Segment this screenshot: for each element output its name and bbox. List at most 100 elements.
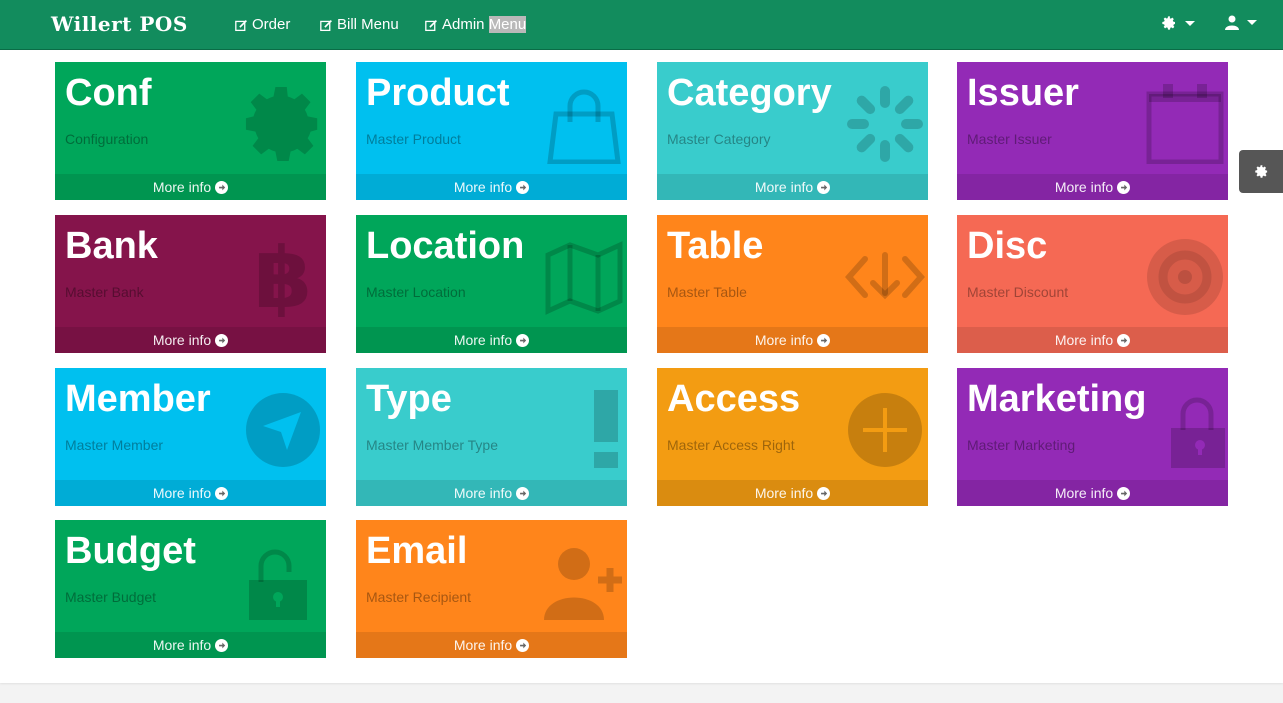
tile-type: Type Master Member Type More info bbox=[356, 368, 627, 506]
location-arrow-icon bbox=[246, 393, 320, 467]
user-dropdown[interactable] bbox=[1225, 15, 1257, 30]
more-info-link[interactable]: More info bbox=[957, 327, 1228, 353]
chevron-down-icon bbox=[1247, 20, 1257, 25]
more-info-label: More info bbox=[1054, 332, 1114, 348]
nav-admin-label: Admin bbox=[442, 16, 489, 33]
more-info-link[interactable]: More info bbox=[55, 174, 326, 200]
more-info-link[interactable]: More info bbox=[55, 327, 326, 353]
tile-title: Disc bbox=[967, 225, 1048, 267]
tile-title: Type bbox=[366, 378, 452, 420]
arrow-circle-right-icon bbox=[817, 486, 831, 500]
arrow-circle-right-icon bbox=[1117, 333, 1131, 347]
code-fork-icon bbox=[845, 252, 925, 300]
more-info-label: More info bbox=[1054, 485, 1114, 501]
arrow-circle-right-icon bbox=[215, 638, 229, 652]
tile-title: Location bbox=[366, 225, 525, 267]
tile-subtitle: Master Category bbox=[667, 131, 771, 147]
more-info-label: More info bbox=[754, 179, 814, 195]
tile-subtitle: Configuration bbox=[65, 131, 149, 147]
tile-subtitle: Master Product bbox=[366, 131, 461, 147]
tile-title: Product bbox=[366, 72, 510, 114]
arrow-circle-right-icon bbox=[817, 333, 831, 347]
spinner-icon bbox=[847, 86, 923, 162]
more-info-label: More info bbox=[1054, 179, 1114, 195]
chevron-down-icon bbox=[1185, 20, 1195, 26]
more-info-label: More info bbox=[453, 179, 513, 195]
tile-issuer: Issuer Master Issuer More info bbox=[957, 62, 1228, 200]
nav-admin-menu-link[interactable]: Admin Menu bbox=[425, 16, 527, 34]
tile-subtitle: Master Issuer bbox=[967, 131, 1052, 147]
tile-subtitle: Master Member bbox=[65, 437, 164, 453]
tile-title: Issuer bbox=[967, 72, 1079, 114]
gear-icon bbox=[1162, 16, 1175, 30]
more-info-label: More info bbox=[152, 179, 212, 195]
calendar-icon bbox=[1146, 84, 1224, 164]
brand-logo[interactable]: Willert POS bbox=[51, 12, 188, 36]
more-info-link[interactable]: More info bbox=[356, 632, 627, 658]
tile-subtitle: Master Access Right bbox=[667, 437, 795, 453]
tile-subtitle: Master Location bbox=[366, 284, 466, 300]
shopping-bag-icon bbox=[547, 89, 621, 164]
more-info-link[interactable]: More info bbox=[356, 174, 627, 200]
tile-budget: Budget Master Budget More info bbox=[55, 520, 326, 658]
control-sidebar-toggle[interactable] bbox=[1239, 150, 1283, 193]
more-info-link[interactable]: More info bbox=[957, 174, 1228, 200]
nav-order-link[interactable]: Order bbox=[235, 16, 290, 34]
more-info-link[interactable]: More info bbox=[957, 480, 1228, 506]
tile-disc: Disc Master Discount More info bbox=[957, 215, 1228, 353]
more-info-link[interactable]: More info bbox=[657, 174, 928, 200]
more-info-label: More info bbox=[453, 637, 513, 653]
more-info-label: More info bbox=[152, 332, 212, 348]
plus-circle-icon bbox=[848, 393, 922, 467]
edit-icon bbox=[425, 19, 437, 31]
more-info-link[interactable]: More info bbox=[55, 480, 326, 506]
tile-title: Access bbox=[667, 378, 801, 420]
tile-title: Member bbox=[65, 378, 211, 420]
arrow-circle-right-icon bbox=[516, 180, 530, 194]
settings-dropdown[interactable] bbox=[1161, 15, 1195, 31]
gear-icon bbox=[245, 86, 318, 162]
more-info-link[interactable]: More info bbox=[356, 327, 627, 353]
tile-title: Budget bbox=[65, 530, 196, 572]
lock-icon bbox=[1171, 397, 1225, 468]
more-info-label: More info bbox=[754, 485, 814, 501]
arrow-circle-right-icon bbox=[1117, 486, 1131, 500]
arrow-circle-right-icon bbox=[817, 180, 831, 194]
tile-subtitle: Master Recipient bbox=[366, 589, 472, 605]
svg-text:฿: ฿ bbox=[254, 237, 312, 317]
tile-subtitle: Master Budget bbox=[65, 589, 157, 605]
more-info-link[interactable]: More info bbox=[657, 480, 928, 506]
tile-title: Email bbox=[366, 530, 468, 572]
tile-member: Member Master Member More info bbox=[55, 368, 326, 506]
tile-subtitle: Master Bank bbox=[65, 284, 144, 300]
arrow-circle-right-icon bbox=[215, 333, 229, 347]
arrow-circle-right-icon bbox=[1117, 180, 1131, 194]
tile-bank: Bank Master Bank ฿ More info bbox=[55, 215, 326, 353]
more-info-link[interactable]: More info bbox=[657, 327, 928, 353]
arrow-circle-right-icon bbox=[215, 486, 229, 500]
tile-title: Table bbox=[667, 225, 764, 267]
arrow-circle-right-icon bbox=[516, 333, 530, 347]
more-info-label: More info bbox=[453, 332, 513, 348]
tile-email: Email Master Recipient More info bbox=[356, 520, 627, 658]
exclamation-icon bbox=[594, 390, 618, 468]
tile-table: Table Master Table More info bbox=[657, 215, 928, 353]
top-navbar: Willert POS Order Bill Menu Admin Menu bbox=[0, 0, 1283, 50]
tile-access: Access Master Access Right More info bbox=[657, 368, 928, 506]
more-info-label: More info bbox=[152, 485, 212, 501]
more-info-link[interactable]: More info bbox=[356, 480, 627, 506]
user-plus-icon bbox=[544, 548, 622, 620]
nav-bill-menu-link[interactable]: Bill Menu bbox=[320, 16, 399, 34]
unlock-icon bbox=[249, 549, 307, 620]
tile-product: Product Master Product More info bbox=[356, 62, 627, 200]
more-info-link[interactable]: More info bbox=[55, 632, 326, 658]
map-icon bbox=[545, 241, 623, 315]
tile-subtitle: Master Member Type bbox=[366, 437, 499, 453]
arrow-circle-right-icon bbox=[516, 486, 530, 500]
tile-title: Marketing bbox=[967, 378, 1147, 420]
nav-admin-menu-selected-text: Menu bbox=[488, 16, 527, 33]
bitcoin-icon: ฿ bbox=[254, 237, 312, 317]
more-info-label: More info bbox=[152, 637, 212, 653]
edit-icon bbox=[320, 19, 332, 31]
nav-bill-menu-label: Bill Menu bbox=[337, 16, 399, 33]
